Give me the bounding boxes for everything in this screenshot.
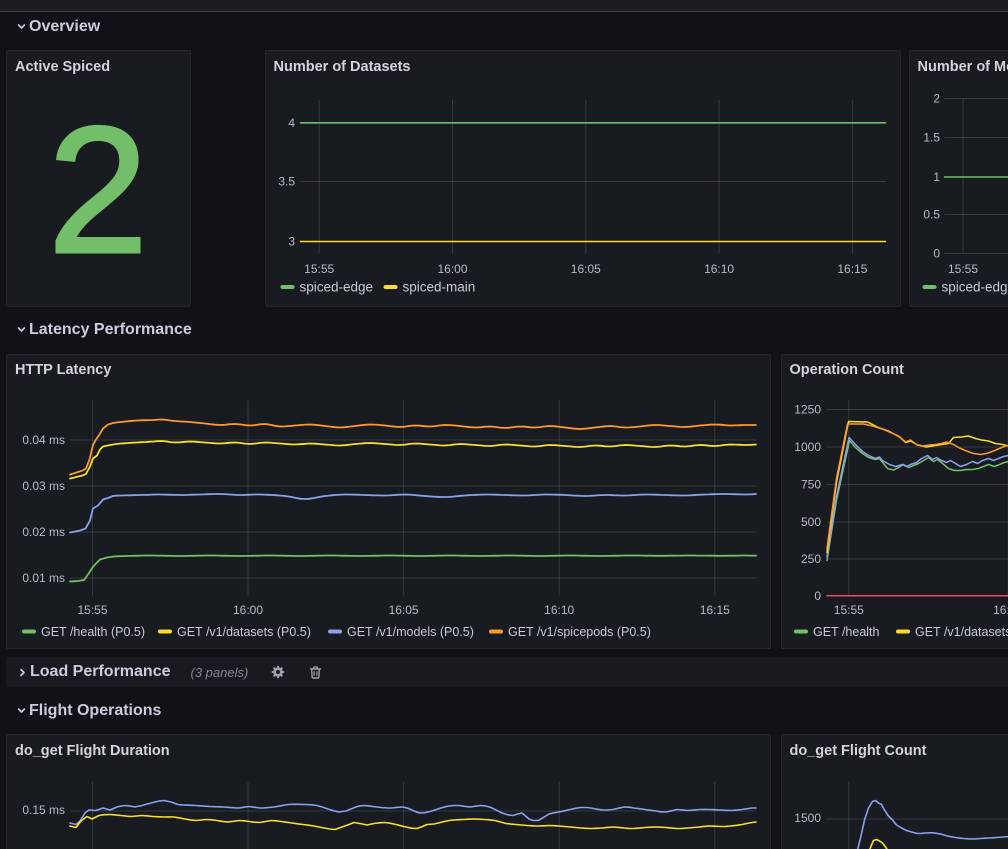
svg-text:0: 0 — [814, 589, 821, 603]
svg-text:GET /health: GET /health — [813, 625, 880, 639]
svg-text:3: 3 — [288, 235, 295, 249]
svg-text:15:55: 15:55 — [947, 262, 977, 276]
svg-text:2: 2 — [933, 92, 940, 106]
svg-text:spiced-edge: spiced-edge — [941, 280, 1008, 295]
svg-text:GET /v1/models (P0.5): GET /v1/models (P0.5) — [347, 625, 474, 639]
svg-text:500: 500 — [800, 515, 820, 529]
svg-text:0.01 ms: 0.01 ms — [22, 571, 65, 585]
svg-text:0.02 ms: 0.02 ms — [22, 525, 65, 539]
svg-text:16:00: 16:00 — [437, 262, 467, 276]
svg-text:1: 1 — [933, 170, 940, 184]
svg-text:spiced-edge: spiced-edge — [299, 280, 373, 295]
svg-text:16:15: 16:15 — [837, 262, 867, 276]
svg-text:spiced-main: spiced-main — [402, 280, 475, 295]
svg-text:0.15 ms: 0.15 ms — [22, 803, 65, 817]
svg-text:0.03 ms: 0.03 ms — [22, 479, 65, 493]
svg-text:16:05: 16:05 — [389, 603, 419, 617]
svg-text:750: 750 — [800, 477, 820, 491]
svg-text:GET /v1/spicepods (P0.5): GET /v1/spicepods (P0.5) — [508, 625, 651, 639]
svg-text:15:55: 15:55 — [304, 262, 334, 276]
svg-text:15:55: 15:55 — [833, 603, 863, 617]
svg-text:0.04 ms: 0.04 ms — [22, 433, 65, 447]
svg-text:15:55: 15:55 — [77, 603, 107, 617]
svg-text:0: 0 — [933, 247, 940, 261]
svg-text:16:00: 16:00 — [993, 603, 1008, 617]
svg-text:GET /v1/datasets (P0.5): GET /v1/datasets (P0.5) — [177, 625, 311, 639]
svg-text:250: 250 — [800, 552, 820, 566]
svg-text:1250: 1250 — [794, 402, 821, 416]
svg-text:16:15: 16:15 — [700, 603, 730, 617]
svg-text:1000: 1000 — [794, 440, 821, 454]
svg-text:GET /v1/datasets (P0.5): GET /v1/datasets (P0.5) — [915, 625, 1008, 639]
svg-text:16:00: 16:00 — [233, 603, 263, 617]
svg-text:3.5: 3.5 — [278, 175, 295, 189]
svg-text:1.5: 1.5 — [923, 131, 940, 145]
svg-text:16:10: 16:10 — [704, 262, 734, 276]
svg-text:16:10: 16:10 — [544, 603, 574, 617]
svg-text:16:05: 16:05 — [570, 262, 600, 276]
svg-text:1500: 1500 — [794, 811, 821, 825]
svg-text:0.5: 0.5 — [923, 208, 940, 222]
svg-text:4: 4 — [288, 116, 295, 130]
svg-text:GET /health (P0.5): GET /health (P0.5) — [41, 625, 145, 639]
